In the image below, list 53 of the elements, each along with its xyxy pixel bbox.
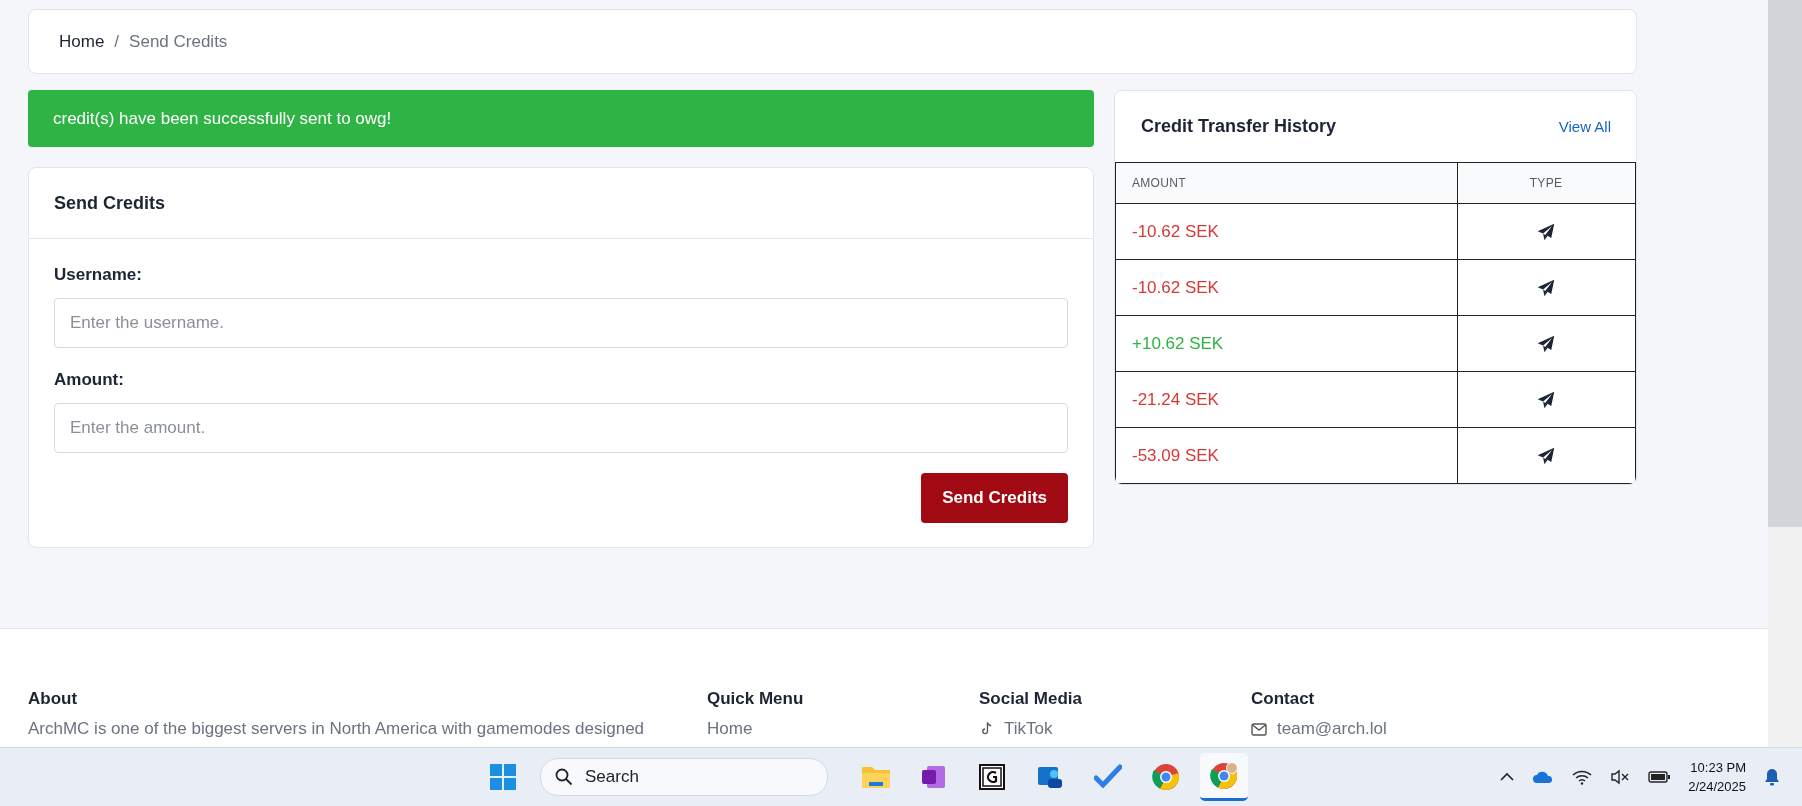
table-cell: -53.09 SEK — [1115, 427, 1458, 484]
muted-speaker-icon[interactable] — [1610, 769, 1631, 786]
bell-icon[interactable] — [1764, 768, 1780, 787]
breadcrumb-separator: / — [114, 31, 120, 52]
input-field[interactable]: Enter the amount. — [54, 403, 1068, 453]
footer-link[interactable]: Home — [707, 719, 753, 739]
folder-icon — [861, 764, 891, 791]
table-cell: -10.62 SEK — [1115, 259, 1458, 316]
clock-date[interactable]: 2/24/2025 — [1688, 777, 1746, 797]
taskbar-search-field[interactable]: Search — [540, 758, 828, 797]
footer-link[interactable]: TikTok — [1004, 719, 1053, 739]
browser-icon — [1152, 763, 1180, 792]
paper-plane-icon — [1537, 223, 1555, 241]
success-alert: credit(s) have been successfully sent to owg! — [28, 90, 1094, 147]
paper-plane-icon — [1537, 279, 1555, 297]
cloud-icon[interactable] — [1532, 770, 1555, 785]
search-icon — [555, 768, 573, 787]
field-label: Amount: — [54, 370, 125, 390]
checkmark-icon — [1094, 764, 1122, 791]
send-credits-button[interactable]: Send Credits — [921, 473, 1068, 523]
music-note-icon — [979, 721, 994, 737]
footer-heading: Contact — [1251, 689, 1316, 709]
windows-start-icon[interactable] — [490, 764, 516, 791]
breadcrumb-current-page: Send Credits — [129, 31, 228, 52]
table-cell: +10.62 SEK — [1115, 315, 1458, 372]
framed-app-icon — [979, 764, 1005, 791]
card-title: Send Credits — [54, 192, 166, 214]
footer-heading: Social Media — [979, 689, 1083, 709]
table-cell: -21.24 SEK — [1115, 371, 1458, 428]
card-title: Credit Transfer History — [1141, 116, 1337, 137]
clock-time[interactable]: 10:23 PM — [1690, 758, 1746, 778]
footer-link[interactable]: team@arch.lol — [1277, 719, 1387, 739]
breadcrumb-link[interactable]: Home — [59, 31, 105, 52]
chevron-up-icon[interactable] — [1500, 772, 1515, 783]
table-cell: -10.62 SEK — [1115, 203, 1458, 260]
paper-plane-icon — [1537, 335, 1555, 353]
wifi-icon[interactable] — [1572, 769, 1593, 786]
column-header: TYPE — [1457, 162, 1636, 204]
mail-icon — [1251, 722, 1267, 736]
footer-heading: Quick Menu — [707, 689, 805, 709]
input-field[interactable]: Enter the username. — [54, 298, 1068, 348]
battery-icon[interactable] — [1648, 771, 1671, 784]
people-app-icon — [1036, 764, 1064, 791]
footer-text: ArchMC is one of the biggest servers in North America with gamemodes designed — [28, 719, 645, 739]
scrollbar[interactable] — [1768, 0, 1802, 748]
paper-plane-icon — [1537, 447, 1555, 465]
browser-icon — [1210, 761, 1238, 790]
column-header: AMOUNT — [1115, 162, 1458, 204]
footer-heading: About — [28, 689, 79, 709]
notebook-icon — [921, 764, 947, 791]
view-all-link[interactable]: View All — [1558, 118, 1611, 135]
paper-plane-icon — [1537, 391, 1555, 409]
field-label: Username: — [54, 265, 143, 285]
